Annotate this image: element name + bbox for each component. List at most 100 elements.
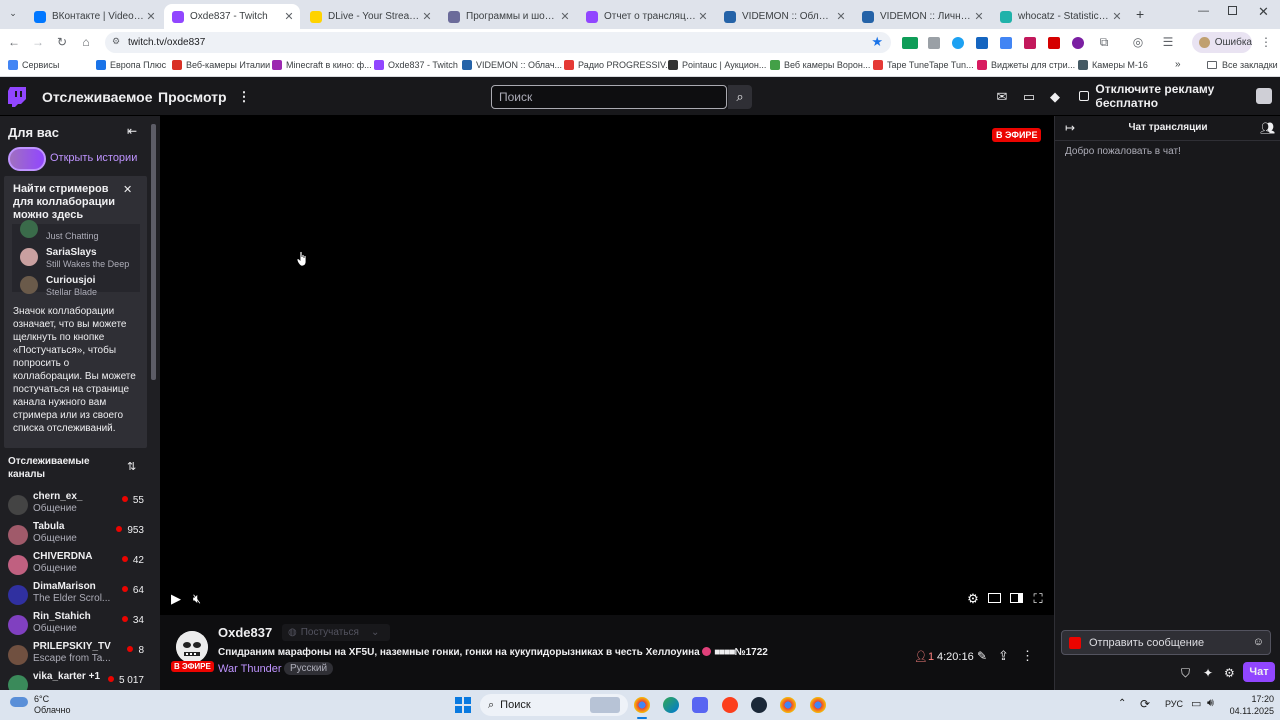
extension-icon[interactable] — [902, 37, 918, 49]
channel-avatar[interactable] — [176, 631, 208, 663]
pdf-extension-icon[interactable] — [1048, 37, 1060, 49]
settings-icon[interactable]: ⚙ — [965, 591, 981, 607]
reading-list-icon[interactable]: ☰ — [1160, 34, 1176, 50]
chat-input[interactable]: Отправить сообщение ☺ — [1061, 630, 1271, 655]
discord-taskbar-icon[interactable] — [692, 697, 708, 713]
bookmark-item[interactable]: Minecraft в кино: ф... — [272, 60, 372, 70]
language-tag[interactable]: Русский — [284, 662, 334, 675]
nav-browse-link[interactable]: Просмотр — [158, 89, 227, 105]
browser-tab[interactable]: whocatz - Statistics - Twit✕ — [992, 4, 1128, 29]
show-hidden-icons[interactable]: ⌃ — [1118, 698, 1126, 709]
tab-close-icon[interactable]: ✕ — [144, 10, 158, 23]
more-stream-options-icon[interactable]: ⋮ — [1021, 648, 1034, 664]
extensions-puzzle-icon[interactable]: ⧉ — [1096, 34, 1112, 50]
search-input[interactable]: Поиск — [491, 85, 727, 109]
browser-tab[interactable]: Отчет о трансляции - Tw✕ — [578, 4, 714, 29]
restore-button[interactable] — [1228, 6, 1237, 15]
followed-channel-row[interactable]: DimaMarison The Elder Scrol... 64 — [0, 581, 150, 611]
browser-tab[interactable]: VIDEMON :: Личный каб✕ — [854, 4, 990, 29]
followed-channel-row[interactable]: Rin_Stahich Общение 34 — [0, 611, 150, 641]
clock[interactable]: 17:20 04.11.2025 — [1228, 693, 1274, 717]
browser-tab[interactable]: ВКонтакте | Video Ext ✕ — [26, 4, 162, 29]
steam-taskbar-icon[interactable] — [751, 697, 767, 713]
chat-settings-icon[interactable]: ⚙ — [1224, 666, 1235, 680]
inbox-icon[interactable]: ✉ — [994, 89, 1010, 105]
bookmark-item[interactable]: Радио PROGRESSIV... — [564, 60, 673, 70]
knock-button[interactable]: ◍ Постучаться ⌄ — [282, 624, 390, 641]
play-icon[interactable]: ▶ — [168, 591, 184, 607]
theatre-mode-icon[interactable] — [986, 591, 1002, 607]
bookmark-item[interactable]: VIDEMON :: Облач... — [462, 60, 562, 70]
browser-tab[interactable]: Oxde837 - Twitch ✕ — [164, 4, 300, 29]
tab-close-icon[interactable]: ✕ — [558, 10, 572, 23]
home-icon[interactable]: ⌂ — [78, 34, 94, 50]
send-chat-button[interactable]: Чат — [1243, 662, 1275, 682]
profile-error-button[interactable]: Ошибка — [1192, 32, 1252, 53]
bookmark-item[interactable]: Pointauc | Аукцион... — [668, 60, 766, 70]
open-stories-button[interactable]: Открыть истории — [8, 147, 148, 171]
edit-icon[interactable]: ✎ — [977, 649, 987, 663]
tab-search-chevron-icon[interactable]: ⌄ — [6, 8, 20, 22]
yandex-taskbar-icon[interactable] — [722, 697, 738, 713]
emote-icon[interactable]: ☺ — [1253, 636, 1264, 648]
close-popup-icon[interactable]: ✕ — [123, 183, 132, 196]
volume-muted-icon[interactable]: 🔇︎ — [189, 591, 205, 607]
back-icon[interactable]: ← — [6, 34, 22, 50]
chrome-taskbar-icon[interactable] — [634, 697, 650, 713]
extension-icon[interactable] — [1072, 37, 1084, 49]
tab-close-icon[interactable]: ✕ — [1110, 10, 1124, 23]
weather-widget[interactable]: 6°C Облачно — [10, 694, 80, 716]
start-button[interactable] — [455, 697, 471, 713]
more-options-icon[interactable]: ⋮ — [236, 89, 252, 105]
forward-icon[interactable]: → — [30, 34, 46, 50]
volume-icon[interactable]: 🔊︎ — [1207, 697, 1214, 710]
bookmark-item[interactable]: Сервисы — [8, 60, 59, 70]
chrome-taskbar-icon-2[interactable] — [780, 697, 796, 713]
followed-channel-row[interactable]: CHIVERDNA Общение 42 — [0, 551, 150, 581]
sort-icon[interactable]: ⇅ — [127, 460, 136, 473]
nav-following-link[interactable]: Отслеживаемое — [42, 89, 153, 105]
adfree-button[interactable]: Отключите рекламу бесплатно — [1073, 82, 1251, 110]
bookmark-item[interactable]: Oxde837 - Twitch — [374, 60, 458, 70]
collab-channel-row[interactable]: Just Chatting — [12, 214, 140, 242]
followed-channel-row[interactable]: vika_karter +1 5 017 — [0, 671, 150, 690]
whispers-icon[interactable]: ▭ — [1021, 89, 1037, 105]
bookmark-item[interactable]: Веб-камеры Италии — [172, 60, 270, 70]
address-bar[interactable]: ⚙ twitch.tv/oxde837 ★ — [105, 32, 891, 53]
bookmark-item[interactable]: Камеры М-16 — [1078, 60, 1148, 70]
browser-tab[interactable]: Программы и шоу | Евр✕ — [440, 4, 576, 29]
category-link[interactable]: War Thunder — [218, 663, 282, 675]
reload-icon[interactable]: ↻ — [54, 34, 70, 50]
input-language[interactable]: РУС — [1165, 699, 1183, 709]
followed-channel-row[interactable]: chern_ex_ Общение 55 — [0, 491, 150, 521]
browser-tab[interactable]: DLive - Your Stream, Your✕ — [302, 4, 438, 29]
minimize-button[interactable]: — — [1198, 5, 1209, 17]
bookmark-item[interactable]: Веб камеры Ворон... — [770, 60, 870, 70]
mod-tools-icon[interactable]: ✦ — [1203, 666, 1213, 680]
search-icon[interactable]: ⌕ — [728, 85, 752, 109]
bookmark-item[interactable]: Виджеты для стри... — [977, 60, 1075, 70]
extension-icon[interactable] — [928, 37, 940, 49]
sidebar-scrollbar[interactable] — [151, 124, 156, 380]
extension-icon[interactable] — [1024, 37, 1036, 49]
channel-points-icon[interactable]: ⛉ — [1181, 666, 1190, 681]
tab-close-icon[interactable]: ✕ — [420, 10, 434, 23]
taskbar-search[interactable]: ⌕ Поиск — [480, 694, 628, 716]
extension-icon[interactable] — [952, 37, 964, 49]
tab-close-icon[interactable]: ✕ — [834, 10, 848, 23]
followed-channel-row[interactable]: PRILEPSKIY_TV Escape from Ta... 8 — [0, 641, 150, 671]
video-player[interactable] — [160, 116, 1054, 615]
more-menu-icon[interactable]: ⋮ — [1258, 34, 1274, 50]
tab-close-icon[interactable]: ✕ — [696, 10, 710, 23]
followed-channel-row[interactable]: Tabula Общение 953 — [0, 521, 150, 551]
share-icon[interactable]: ⇪ — [998, 648, 1009, 664]
edge-taskbar-icon[interactable] — [663, 697, 679, 713]
chat-users-icon[interactable]: 👥︎ — [1260, 121, 1275, 135]
tab-close-icon[interactable]: ✕ — [972, 10, 986, 23]
twitch-logo-icon[interactable] — [8, 87, 26, 107]
bits-icon[interactable] — [1069, 636, 1081, 649]
extension-icon[interactable] — [976, 37, 988, 49]
network-icon[interactable]: ▭ — [1191, 697, 1201, 710]
bookmark-item[interactable]: Европа Плюс — [96, 60, 166, 70]
channel-name[interactable]: Oxde837 — [218, 625, 272, 640]
